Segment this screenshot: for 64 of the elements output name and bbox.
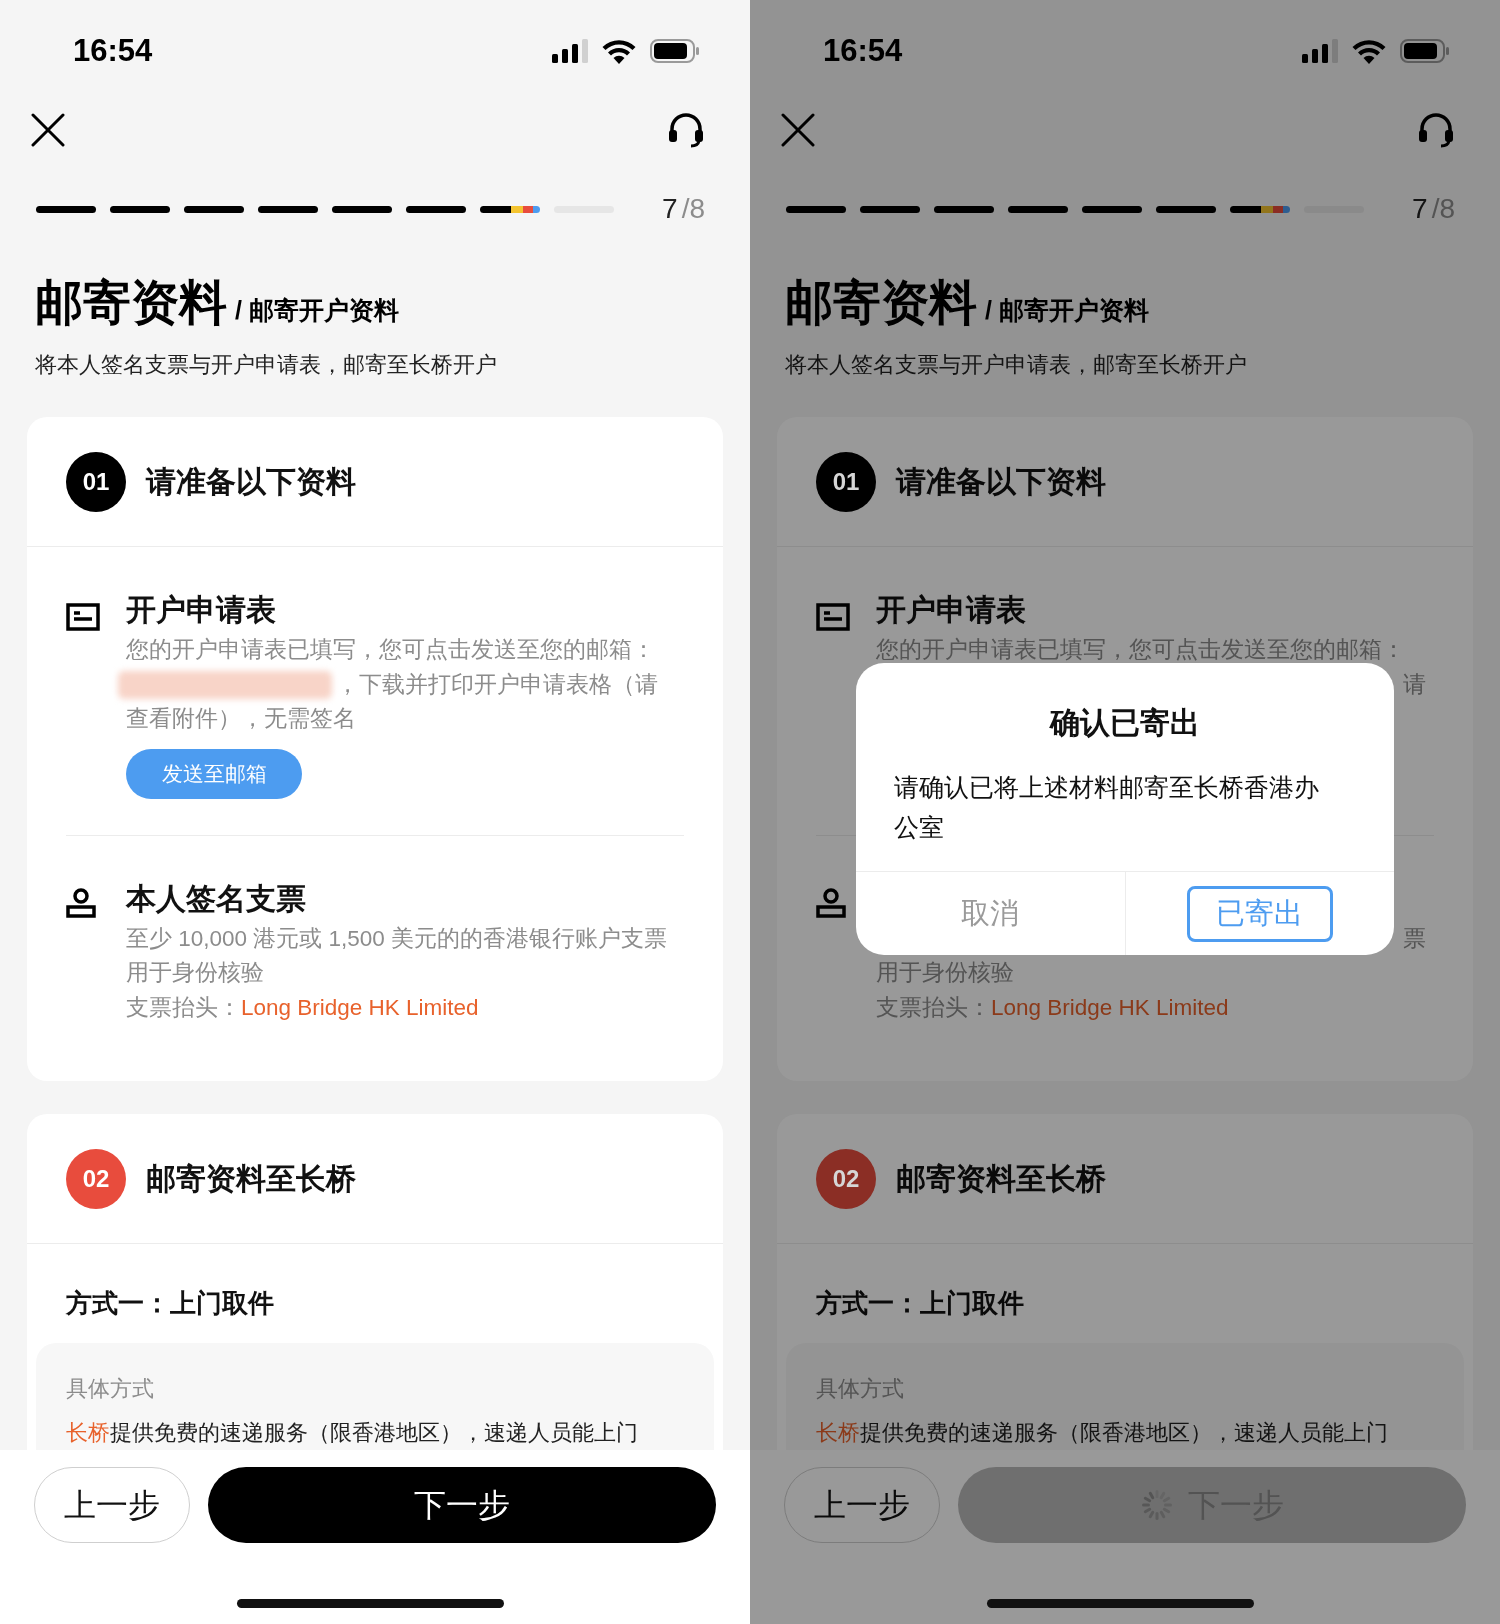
step-number: 01	[66, 451, 126, 512]
dialog-title: 确认已寄出	[1048, 705, 1201, 741]
close-icon	[31, 113, 65, 147]
headset-icon	[667, 112, 705, 148]
close-button[interactable]	[30, 112, 66, 148]
page-description: 将本人签名支票与开户申请表，邮寄至长桥开户	[784, 352, 1248, 379]
wifi-icon	[1352, 38, 1386, 64]
step-number: 02	[816, 1148, 876, 1209]
item-title: 开户申请表	[876, 592, 1027, 628]
payee-line: 支票抬头：Long Bridge HK Limited	[876, 993, 1230, 1022]
page-description: 将本人签名支票与开户申请表，邮寄至长桥开户	[34, 352, 498, 379]
page-subtitle: / 邮寄开户资料	[985, 295, 1149, 326]
form-icon	[66, 603, 100, 631]
payee-line: 支票抬头：Long Bridge HK Limited	[126, 993, 480, 1022]
item-description: 查看附件），无需签名	[126, 705, 357, 733]
section-title: 请准备以下资料	[896, 464, 1106, 500]
page-title: 邮寄资料	[35, 275, 227, 331]
person-icon	[816, 887, 846, 918]
item-description: 用于身份核验	[126, 959, 265, 987]
signal-icon	[552, 39, 588, 63]
headset-icon	[1417, 112, 1455, 148]
detail-label: 具体方式	[816, 1376, 905, 1403]
dialog-message: 请确认已将上述材料邮寄至长桥香港办公室	[893, 772, 1320, 843]
customer-service-button[interactable]	[666, 110, 706, 150]
step-current: 7	[662, 192, 678, 226]
item-description: ，下载并打印开户申请表格（请	[336, 670, 658, 699]
item-description: 您的开户申请表已填写，您可点击发送至您的邮箱：	[876, 636, 1406, 664]
step-total: /8	[1431, 192, 1455, 226]
step-current: 7	[1412, 192, 1428, 226]
section-title: 邮寄资料至长桥	[896, 1161, 1106, 1197]
item-description: 票	[1403, 924, 1426, 953]
confirm-button[interactable]: 已寄出	[1186, 885, 1333, 942]
item-description: 您的开户申请表已填写，您可点击发送至您的邮箱：	[126, 636, 656, 664]
item-title: 本人签名支票	[126, 880, 307, 917]
wifi-icon	[602, 38, 636, 64]
method-title: 方式一：上门取件	[815, 1287, 1025, 1320]
battery-icon	[650, 39, 700, 63]
customer-service-button[interactable]	[1416, 110, 1456, 150]
next-button[interactable]: 下一步	[208, 1467, 716, 1543]
cancel-button[interactable]: 取消	[961, 891, 1020, 936]
battery-icon	[1400, 39, 1450, 63]
step-number: 01	[816, 451, 876, 512]
close-icon	[781, 113, 815, 147]
page-subtitle: / 邮寄开户资料	[235, 295, 399, 326]
section-title: 请准备以下资料	[146, 464, 356, 500]
method-title: 方式一：上门取件	[65, 1287, 275, 1320]
status-time: 16:54	[73, 31, 153, 70]
item-description: 至少 10,000 港元或 1,500 美元的的香港银行账户支票	[126, 924, 669, 953]
person-icon	[66, 887, 96, 918]
close-button[interactable]	[780, 112, 816, 148]
step-number: 02	[66, 1148, 126, 1209]
status-time: 16:54	[823, 31, 903, 70]
signal-icon	[1302, 39, 1338, 63]
step-total: /8	[681, 192, 705, 226]
send-to-email-button[interactable]: 发送至邮箱	[126, 748, 302, 799]
item-description: 请	[1403, 670, 1426, 699]
page-title: 邮寄资料	[785, 275, 977, 331]
detail-text: 长桥提供免费的速递服务（限香港地区），速递人员能上门	[66, 1420, 639, 1447]
section-title: 邮寄资料至长桥	[146, 1161, 356, 1197]
form-icon	[816, 603, 850, 631]
item-description: 用于身份核验	[876, 959, 1015, 987]
detail-label: 具体方式	[66, 1376, 155, 1403]
detail-text: 长桥提供免费的速递服务（限香港地区），速递人员能上门	[816, 1420, 1389, 1447]
item-title: 开户申请表	[126, 592, 277, 628]
